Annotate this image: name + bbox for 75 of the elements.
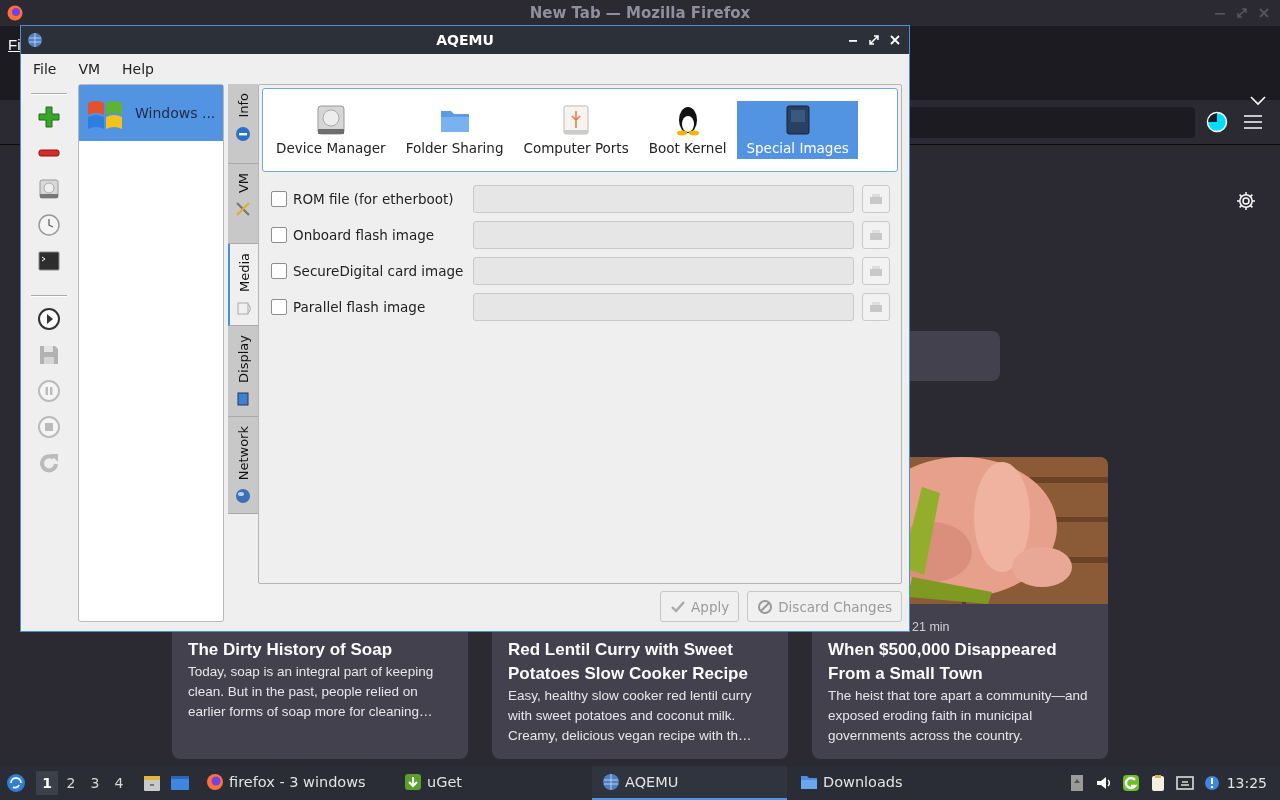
file-cabinet-icon[interactable] <box>142 773 162 793</box>
browser-logo-icon <box>206 773 224 791</box>
path-field[interactable] <box>473 293 854 321</box>
workspace-button[interactable]: 4 <box>108 771 130 795</box>
volume-icon[interactable] <box>1094 774 1113 792</box>
story-excerpt: The heist that tore apart a community—and exposed eroding faith in municipal governments across the country. <box>828 687 1089 745</box>
globe-icon <box>602 773 620 791</box>
tray-icon <box>868 299 884 315</box>
drive-icon <box>236 300 252 317</box>
option-label: ROM file (for etherboot) <box>293 191 455 207</box>
window-icon[interactable] <box>170 773 190 793</box>
option-label: Onboard flash image <box>293 227 436 243</box>
clock-icon[interactable] <box>37 213 61 237</box>
launcher-icon[interactable] <box>6 773 26 793</box>
option-label: Parallel flash image <box>293 299 427 315</box>
task-button[interactable]: uGet <box>394 766 589 800</box>
side-tab[interactable]: Display <box>228 326 258 417</box>
section-item[interactable]: Device Manager <box>267 101 395 159</box>
side-tab[interactable]: Info <box>228 84 258 164</box>
side-tab[interactable]: Media <box>228 244 258 327</box>
checkbox[interactable] <box>271 299 287 315</box>
menu-item[interactable]: Help <box>111 61 165 77</box>
vm-list-item[interactable]: Windows ... <box>79 85 223 141</box>
notification-icon[interactable] <box>1202 774 1221 792</box>
play-icon[interactable] <box>37 307 61 331</box>
reading-time: 21 min <box>912 620 950 634</box>
terminal-icon[interactable] <box>37 249 61 273</box>
story-excerpt: Easy, healthy slow cooker red lentil curry with sweet potatoes and coconut milk. Creamy, delicious vegan recipe with th… <box>508 687 753 745</box>
settings-icon[interactable] <box>1236 191 1256 211</box>
workspace-button[interactable]: 1 <box>36 771 58 795</box>
option-label: SecureDigital card image <box>293 263 464 279</box>
account-icon[interactable] <box>1206 111 1228 133</box>
network-icon[interactable] <box>1175 774 1194 792</box>
workspace-button[interactable]: 3 <box>84 771 106 795</box>
globe-icon <box>27 32 43 48</box>
menu-item[interactable]: VM <box>67 61 112 77</box>
chevron-down-icon[interactable] <box>1250 96 1266 106</box>
browser-logo-icon <box>7 5 23 21</box>
task-button[interactable]: AQEMU <box>592 766 787 800</box>
checkbox[interactable] <box>271 263 287 279</box>
folder-icon <box>800 773 818 791</box>
story-title: Red Lentil Curry with Sweet Potatoes Slow Cooker Recipe <box>508 639 749 685</box>
story-title: The Dirty History of Soap <box>188 639 394 661</box>
window-title: AQEMU <box>436 32 494 48</box>
side-tab[interactable]: VM <box>228 164 258 244</box>
checkbox[interactable] <box>271 191 287 207</box>
plus-icon[interactable] <box>37 105 61 129</box>
cancel-icon <box>757 598 774 615</box>
task-button[interactable]: Downloads <box>790 766 985 800</box>
path-field[interactable] <box>473 257 854 285</box>
workspace-button[interactable]: 2 <box>60 771 82 795</box>
tray-icon <box>868 263 884 279</box>
menu-item[interactable]: File <box>22 61 68 77</box>
globe-icon <box>235 488 251 505</box>
menu-item[interactable]: Fi <box>8 36 21 53</box>
section-item[interactable]: Boot Kernel <box>639 101 736 159</box>
path-field[interactable] <box>473 185 854 213</box>
menu-icon[interactable] <box>1244 115 1262 129</box>
tools-icon <box>235 201 251 218</box>
section-item[interactable]: Computer Ports <box>514 101 638 159</box>
checkbox[interactable] <box>271 227 287 243</box>
story-title: When $500,000 Disappeared From a Small Town <box>828 639 1058 685</box>
tray-icon <box>868 227 884 243</box>
clock[interactable]: 13:25 <box>1226 775 1267 791</box>
section-item[interactable]: Folder Sharing <box>396 101 513 159</box>
window-title: New Tab — Mozilla Firefox <box>529 4 751 22</box>
task-button[interactable]: firefox - 3 windows <box>196 766 391 800</box>
story-excerpt: Today, soap is an integral part of keeping clean. But in the past, people relied on earlier forms of soap more for cleaning… <box>188 663 435 721</box>
side-tab[interactable]: Network <box>228 416 258 515</box>
app-icon[interactable] <box>1121 774 1140 792</box>
tray-icon <box>868 191 884 207</box>
info-icon <box>235 125 251 142</box>
monitor-icon <box>235 390 251 407</box>
download-icon <box>404 773 422 791</box>
path-field[interactable] <box>473 221 854 249</box>
